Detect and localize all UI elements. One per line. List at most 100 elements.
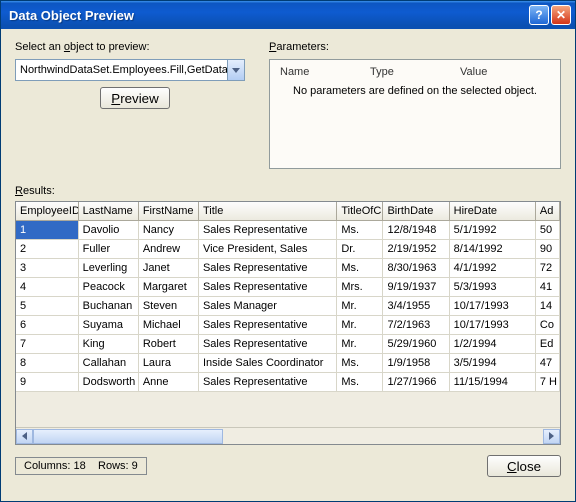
- table-row[interactable]: 3LeverlingJanetSales RepresentativeMs.8/…: [16, 259, 560, 278]
- table-cell[interactable]: Andrew: [138, 240, 198, 259]
- table-cell[interactable]: Callahan: [78, 354, 138, 373]
- table-cell[interactable]: Vice President, Sales: [198, 240, 336, 259]
- table-cell[interactable]: Peacock: [78, 278, 138, 297]
- table-cell[interactable]: Robert: [138, 335, 198, 354]
- column-header[interactable]: TitleOfC: [337, 202, 383, 221]
- table-cell[interactable]: 3/4/1955: [383, 297, 449, 316]
- table-cell[interactable]: Co: [535, 316, 559, 335]
- column-header[interactable]: HireDate: [449, 202, 535, 221]
- table-row[interactable]: 9DodsworthAnneSales RepresentativeMs.1/2…: [16, 373, 560, 392]
- table-cell[interactable]: Ed: [535, 335, 559, 354]
- table-cell[interactable]: 1/9/1958: [383, 354, 449, 373]
- table-cell[interactable]: 12/8/1948: [383, 221, 449, 240]
- table-cell[interactable]: Dr.: [337, 240, 383, 259]
- table-cell[interactable]: Steven: [138, 297, 198, 316]
- table-cell[interactable]: 7/2/1963: [383, 316, 449, 335]
- table-cell[interactable]: Buchanan: [78, 297, 138, 316]
- table-cell[interactable]: Mr.: [337, 316, 383, 335]
- scroll-right-button[interactable]: [543, 429, 560, 444]
- column-header[interactable]: LastName: [78, 202, 138, 221]
- table-cell[interactable]: Sales Representative: [198, 316, 336, 335]
- table-cell[interactable]: Davolio: [78, 221, 138, 240]
- table-cell[interactable]: 7 H: [535, 373, 559, 392]
- table-cell[interactable]: 9: [16, 373, 78, 392]
- table-cell[interactable]: 5/29/1960: [383, 335, 449, 354]
- table-cell[interactable]: Ms.: [337, 373, 383, 392]
- close-button[interactable]: Close: [487, 455, 561, 477]
- table-cell[interactable]: Michael: [138, 316, 198, 335]
- table-cell[interactable]: Sales Manager: [198, 297, 336, 316]
- table-cell[interactable]: Mrs.: [337, 278, 383, 297]
- table-cell[interactable]: 8/30/1963: [383, 259, 449, 278]
- column-header[interactable]: FirstName: [138, 202, 198, 221]
- table-cell[interactable]: 11/15/1994: [449, 373, 535, 392]
- table-cell[interactable]: Sales Representative: [198, 373, 336, 392]
- scrollbar-thumb[interactable]: [33, 429, 223, 444]
- table-cell[interactable]: 9/19/1937: [383, 278, 449, 297]
- table-cell[interactable]: Inside Sales Coordinator: [198, 354, 336, 373]
- help-button[interactable]: ?: [529, 5, 549, 25]
- table-cell[interactable]: 6: [16, 316, 78, 335]
- table-cell[interactable]: Ms.: [337, 221, 383, 240]
- table-cell[interactable]: 3: [16, 259, 78, 278]
- table-cell[interactable]: Mr.: [337, 297, 383, 316]
- horizontal-scrollbar[interactable]: [16, 427, 560, 444]
- table-cell[interactable]: 2: [16, 240, 78, 259]
- table-cell[interactable]: 14: [535, 297, 559, 316]
- table-cell[interactable]: 5/3/1993: [449, 278, 535, 297]
- preview-button[interactable]: Preview: [100, 87, 170, 109]
- table-cell[interactable]: Sales Representative: [198, 259, 336, 278]
- table-cell[interactable]: 90: [535, 240, 559, 259]
- results-grid[interactable]: EmployeeIDLastNameFirstNameTitleTitleOfC…: [16, 202, 560, 392]
- table-row[interactable]: 6SuyamaMichaelSales RepresentativeMr.7/2…: [16, 316, 560, 335]
- table-cell[interactable]: 7: [16, 335, 78, 354]
- table-cell[interactable]: Sales Representative: [198, 221, 336, 240]
- table-row[interactable]: 5BuchananStevenSales ManagerMr.3/4/19551…: [16, 297, 560, 316]
- column-header[interactable]: EmployeeID: [16, 202, 78, 221]
- table-cell[interactable]: Dodsworth: [78, 373, 138, 392]
- table-cell[interactable]: 1: [16, 221, 78, 240]
- table-row[interactable]: 7KingRobertSales RepresentativeMr.5/29/1…: [16, 335, 560, 354]
- scroll-left-button[interactable]: [16, 429, 33, 444]
- table-cell[interactable]: Laura: [138, 354, 198, 373]
- table-cell[interactable]: 3/5/1994: [449, 354, 535, 373]
- column-header[interactable]: Ad: [535, 202, 559, 221]
- table-cell[interactable]: 1/27/1966: [383, 373, 449, 392]
- column-header[interactable]: Title: [198, 202, 336, 221]
- table-cell[interactable]: Nancy: [138, 221, 198, 240]
- table-cell[interactable]: 50: [535, 221, 559, 240]
- table-cell[interactable]: 41: [535, 278, 559, 297]
- table-cell[interactable]: 47: [535, 354, 559, 373]
- window-close-button[interactable]: ✕: [551, 5, 571, 25]
- object-selector-combo[interactable]: NorthwindDataSet.Employees.Fill,GetData …: [15, 59, 245, 81]
- scrollbar-track[interactable]: [33, 429, 543, 444]
- column-header[interactable]: BirthDate: [383, 202, 449, 221]
- table-cell[interactable]: 10/17/1993: [449, 297, 535, 316]
- table-cell[interactable]: Ms.: [337, 354, 383, 373]
- table-cell[interactable]: Sales Representative: [198, 278, 336, 297]
- combo-dropdown-button[interactable]: [227, 60, 244, 80]
- table-cell[interactable]: King: [78, 335, 138, 354]
- table-cell[interactable]: Suyama: [78, 316, 138, 335]
- table-row[interactable]: 1DavolioNancySales RepresentativeMs.12/8…: [16, 221, 560, 240]
- table-cell[interactable]: 4/1/1992: [449, 259, 535, 278]
- table-cell[interactable]: Fuller: [78, 240, 138, 259]
- table-cell[interactable]: 10/17/1993: [449, 316, 535, 335]
- table-cell[interactable]: Anne: [138, 373, 198, 392]
- table-cell[interactable]: 8: [16, 354, 78, 373]
- table-cell[interactable]: Mr.: [337, 335, 383, 354]
- table-row[interactable]: 2FullerAndrewVice President, SalesDr.2/1…: [16, 240, 560, 259]
- table-cell[interactable]: 8/14/1992: [449, 240, 535, 259]
- table-cell[interactable]: 1/2/1994: [449, 335, 535, 354]
- table-cell[interactable]: Margaret: [138, 278, 198, 297]
- table-cell[interactable]: Leverling: [78, 259, 138, 278]
- table-row[interactable]: 8CallahanLauraInside Sales CoordinatorMs…: [16, 354, 560, 373]
- table-row[interactable]: 4PeacockMargaretSales RepresentativeMrs.…: [16, 278, 560, 297]
- table-cell[interactable]: 2/19/1952: [383, 240, 449, 259]
- table-cell[interactable]: Janet: [138, 259, 198, 278]
- table-cell[interactable]: 4: [16, 278, 78, 297]
- table-cell[interactable]: Ms.: [337, 259, 383, 278]
- table-cell[interactable]: Sales Representative: [198, 335, 336, 354]
- table-cell[interactable]: 5: [16, 297, 78, 316]
- table-cell[interactable]: 72: [535, 259, 559, 278]
